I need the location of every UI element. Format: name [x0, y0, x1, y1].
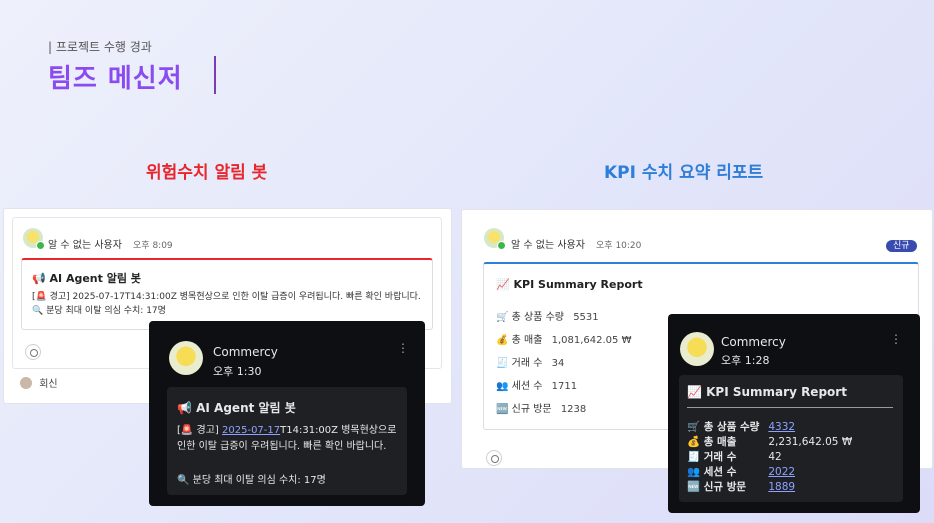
dark-message-time: 오후 1:28: [721, 354, 770, 367]
kpi-divider: [687, 407, 893, 408]
new-icon: 🆕: [496, 404, 509, 415]
title-divider: [214, 56, 216, 94]
alert-card: 📢 AI Agent 알림 봇 [🚨 경고] 2025-07-17T14:31:…: [21, 258, 433, 330]
dark-alert-prefix: [🚨 경고]: [177, 425, 223, 436]
kpi-label: 총 상품 수량: [511, 312, 564, 323]
kpi-value-link[interactable]: 1889: [768, 481, 795, 493]
right-dark-mobile-panel: Commercy 오후 1:28 ⋮ 📈 KPI Summary Report …: [668, 314, 920, 513]
dark-kpi-row-transactions: 🧾 거래 수 42: [687, 449, 782, 464]
dark-message-time: 오후 1:30: [213, 365, 262, 378]
kpi-value-link[interactable]: 2022: [768, 466, 795, 478]
dark-kpi-title: 📈 KPI Summary Report: [687, 385, 847, 399]
kpi-row-sessions: 👥 세션 수 1711: [496, 377, 577, 392]
kpi-label: 총 매출: [511, 335, 543, 346]
cart-icon: 🛒: [687, 421, 701, 433]
kpi-label: 신규 방문: [703, 481, 747, 493]
bot-avatar: [680, 332, 714, 366]
kpi-label: 거래 수: [511, 358, 543, 369]
more-options-icon[interactable]: ⋮: [890, 332, 902, 346]
user-avatar: [484, 228, 506, 250]
kpi-value: 42: [768, 451, 782, 463]
dark-alert-title: 📢 AI Agent 알림 봇: [177, 401, 296, 415]
cart-icon: 🛒: [496, 312, 509, 323]
more-options-icon[interactable]: ⋮: [397, 341, 409, 355]
section-title-alert-bot: 위험수치 알림 봇: [146, 163, 268, 183]
left-dark-mobile-panel: Commercy 오후 1:30 ⋮ 📢 AI Agent 알림 봇 [🚨 경고…: [149, 321, 425, 506]
kpi-label: 거래 수: [703, 451, 737, 463]
reply-button[interactable]: 회신: [20, 375, 58, 390]
kpi-value: 34: [551, 358, 565, 369]
kpi-value: 5531: [573, 312, 599, 323]
dark-alert-card: 📢 AI Agent 알림 봇 [🚨 경고] 2025-07-17T14:31:…: [167, 387, 407, 495]
kpi-value: 1238: [560, 404, 587, 415]
alert-card-title: 📢 AI Agent 알림 봇: [32, 272, 141, 285]
dark-kpi-row-products: 🛒 총 상품 수량 4332: [687, 419, 795, 434]
dark-alert-rest: T14:31:00Z 병목현상으로: [280, 425, 397, 436]
sender-name: 알 수 없는 사용자: [48, 240, 122, 251]
new-icon: 🆕: [687, 481, 701, 493]
react-icon[interactable]: [486, 450, 502, 466]
dark-kpi-row-new-visits: 🆕 신규 방문 1889: [687, 479, 795, 494]
kpi-value-link[interactable]: 4332: [768, 421, 795, 433]
dark-sender-name: Commercy: [721, 335, 786, 349]
receipt-icon: 🧾: [687, 451, 701, 463]
dark-alert-line-3: 🔍 분당 최대 이탈 의심 수치: 17명: [177, 475, 326, 486]
kpi-value: 1711: [551, 381, 578, 392]
kpi-label: 세션 수: [511, 381, 543, 392]
users-icon: 👥: [687, 466, 701, 478]
money-bag-icon: 💰: [496, 335, 509, 346]
date-link[interactable]: 2025-07-17: [222, 425, 280, 436]
new-badge: 신규: [886, 240, 917, 252]
bot-avatar: [169, 341, 203, 375]
reply-label: 회신: [39, 379, 58, 390]
money-bag-icon: 💰: [687, 436, 701, 448]
user-avatar: [23, 228, 45, 250]
kpi-value: 2,231,642.05 ₩: [768, 436, 853, 448]
alert-line-1: [🚨 경고] 2025-07-17T14:31:00Z 병목현상으로 인한 이탈…: [32, 292, 421, 302]
kpi-row-new-visits: 🆕 신규 방문 1238: [496, 400, 586, 415]
kpi-card-title: 📈 KPI Summary Report: [496, 278, 643, 291]
kpi-label: 세션 수: [703, 466, 737, 478]
dark-sender-name: Commercy: [213, 345, 278, 359]
section-title-kpi-report: KPI 수치 요약 리포트: [604, 163, 764, 183]
message-time: 오후 10:20: [596, 241, 642, 251]
receipt-icon: 🧾: [496, 358, 509, 369]
kpi-label: 총 상품 수량: [703, 421, 760, 433]
message-time: 오후 8:09: [133, 241, 173, 251]
dark-kpi-row-sessions: 👥 세션 수 2022: [687, 464, 795, 479]
kpi-row-transactions: 🧾 거래 수 34: [496, 354, 564, 369]
alert-line-2: 🔍 분당 최대 이탈 의심 수치: 17명: [32, 306, 166, 316]
page-title: 팀즈 메신저: [48, 64, 183, 94]
reply-icon: [20, 376, 32, 389]
dark-kpi-row-revenue: 💰 총 매출 2,231,642.05 ₩: [687, 434, 852, 449]
react-icon[interactable]: [25, 344, 41, 360]
kpi-value: 1,081,642.05 ₩: [551, 335, 632, 346]
kpi-label: 신규 방문: [511, 404, 552, 415]
page-kicker: | 프로젝트 수행 경과: [48, 40, 152, 54]
dark-kpi-card: 📈 KPI Summary Report 🛒 총 상품 수량 4332 💰 총 …: [679, 375, 903, 502]
kpi-label: 총 매출: [703, 436, 737, 448]
users-icon: 👥: [496, 381, 509, 392]
kpi-row-revenue: 💰 총 매출 1,081,642.05 ₩: [496, 331, 631, 346]
kpi-row-products: 🛒 총 상품 수량 5531: [496, 308, 599, 323]
dark-alert-line-2: 인한 이탈 급증이 우려됩니다. 빠른 확인 바랍니다.: [177, 441, 387, 452]
sender-name: 알 수 없는 사용자: [511, 240, 585, 251]
